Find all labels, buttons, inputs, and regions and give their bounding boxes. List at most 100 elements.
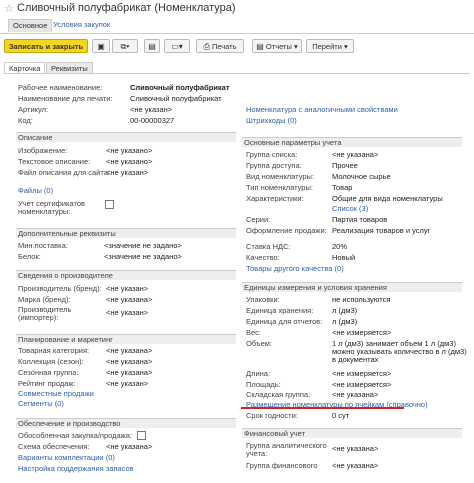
reports-button[interactable]: ▤ Отчеты ▾ — [252, 39, 302, 53]
create-based-button[interactable]: ⧉▾ — [112, 39, 138, 53]
save-close-button[interactable]: Записать и закрыть — [4, 39, 88, 53]
rating-value[interactable]: <не указан> — [106, 379, 148, 388]
joint-sales-link[interactable]: Совместные продажи — [18, 389, 94, 398]
code-label: Код: — [18, 116, 33, 125]
save-button[interactable]: ▣ — [92, 39, 110, 53]
analog-link[interactable]: Номенклатура с аналогичными свойствами — [246, 105, 398, 114]
create-based-icon: ⧉▾ — [120, 42, 130, 51]
main-params-header[interactable]: Основные параметры учета — [242, 137, 462, 147]
divider — [0, 33, 474, 34]
other-quality-link[interactable]: Товары другого качества (0) — [246, 264, 344, 273]
access-group-value[interactable]: Прочее — [332, 161, 358, 170]
characteristics-list-link[interactable]: Список (3) — [332, 204, 368, 213]
season-group-value[interactable]: <не указана> — [106, 368, 152, 377]
type-value[interactable]: Товар — [332, 183, 352, 192]
brand-label: Марка (бренд): — [18, 295, 71, 304]
producer-value[interactable]: <не указан> — [106, 284, 148, 293]
units-header[interactable]: Единицы измерения и условия хранения — [242, 282, 462, 292]
quality-value[interactable]: Новый — [332, 253, 355, 262]
work-name-value[interactable]: Сливочный полуфабрикат — [130, 83, 230, 92]
warehouse-group-value[interactable]: <не указана> — [332, 390, 378, 399]
type-label: Тип номенклатуры: — [246, 183, 313, 192]
importer-label-2: (импортер): — [18, 313, 59, 322]
article-value[interactable]: <не указан> — [130, 105, 172, 114]
attach-button[interactable]: ▭▾ — [164, 39, 190, 53]
kind-value[interactable]: Молочное сырье — [332, 172, 391, 181]
producer-label: Производитель (бренд): — [18, 284, 102, 293]
protein-label: Белок: — [18, 252, 41, 261]
goto-label: Перейти — [312, 42, 342, 51]
planning-header[interactable]: Планирование и маркетинг — [16, 334, 236, 344]
print-button[interactable]: ⎙ Печать — [196, 39, 244, 53]
article-label: Артикул: — [18, 105, 49, 114]
text-description-value[interactable]: <не указано> — [106, 157, 152, 166]
sale-value[interactable]: Реализация товаров и услуг — [332, 226, 430, 235]
packs-value[interactable]: не используются — [332, 295, 390, 304]
length-value[interactable]: <не измеряется> — [332, 369, 391, 378]
weight-value[interactable]: <не измеряется> — [332, 328, 391, 337]
list-group-value[interactable]: <не указана> — [332, 150, 378, 159]
code-value[interactable]: 00-00000327 — [130, 116, 174, 125]
characteristics-label: Характеристики: — [246, 194, 304, 203]
barcodes-link[interactable]: Штрихкоды (0) — [246, 116, 297, 125]
scheme-label: Схема обеспечения: — [18, 442, 90, 451]
scheme-value[interactable]: <не указана> — [106, 442, 152, 451]
quality-label: Качество: — [246, 253, 280, 262]
additional-header[interactable]: Дополнительные реквизиты — [16, 228, 236, 238]
category-value[interactable]: <не указана> — [106, 346, 152, 355]
access-group-label: Группа доступа: — [246, 161, 302, 170]
image-label: Изображение: — [18, 146, 68, 155]
nav-tabs: Основное Условия закупок — [0, 18, 474, 32]
list-group-label: Группа списка: — [246, 150, 298, 159]
finance-header[interactable]: Финансовый учет — [242, 428, 462, 438]
rating-label: Рейтинг продаж: — [18, 379, 76, 388]
tab-purchase-conditions[interactable]: Условия закупок — [53, 19, 110, 31]
importer-value[interactable]: <не указан> — [106, 308, 148, 317]
window-title: Сливочный полуфабрикат (Номенклатура) — [17, 2, 236, 14]
star-icon[interactable]: ☆ — [4, 2, 14, 15]
files-link[interactable]: Файлы (0) — [18, 186, 53, 195]
report-unit-label: Единица для отчетов: — [246, 317, 323, 326]
protein-value[interactable]: <значение не задано> — [104, 252, 182, 261]
report-unit-value[interactable]: л (дм3) — [332, 317, 357, 326]
separate-purchase-checkbox[interactable] — [137, 431, 146, 440]
description-header[interactable]: Описание — [16, 132, 236, 142]
print-name-label: Наименование для печати: — [18, 94, 113, 103]
print-name-value[interactable]: Сливочный полуфабрикат — [130, 94, 222, 103]
cert-checkbox[interactable] — [105, 200, 114, 209]
toolbar: Записать и закрыть ▣ ⧉▾ ▤ ▭▾ ⎙ Печать ▤ … — [0, 38, 474, 56]
tab-main[interactable]: Основное — [8, 19, 53, 32]
season-group-label: Сезонная группа: — [18, 368, 79, 377]
vat-value[interactable]: 20% — [332, 242, 347, 251]
area-value[interactable]: <не измеряется> — [332, 380, 391, 389]
length-label: Длина: — [246, 369, 271, 378]
characteristics-value[interactable]: Общие для вида номенклатуры — [332, 194, 443, 203]
segments-link[interactable]: Сегменты (0) — [18, 399, 64, 408]
shelf-life-value[interactable]: 0 сут — [332, 411, 349, 420]
report-icon: ▤ — [256, 42, 264, 51]
document-icon: ▤ — [148, 42, 156, 51]
supply-header[interactable]: Обеспечение и производство — [16, 418, 236, 428]
fin-group-value[interactable]: <не указана> — [332, 461, 378, 470]
kind-label: Вид номенклатуры: — [246, 172, 315, 181]
analytic-group-label-2: учета: — [246, 449, 268, 458]
min-supply-value[interactable]: <значение не задано> — [104, 241, 182, 250]
goto-button[interactable]: Перейти ▾ — [306, 39, 354, 53]
stock-settings-link[interactable]: Настройка поддержания запасов — [18, 464, 134, 473]
warehouse-group-label: Складская группа: — [246, 390, 311, 399]
reports-label: Отчеты — [265, 42, 292, 51]
variants-link[interactable]: Варианты комплектации (0) — [18, 453, 115, 462]
text-description-label: Текстовое описание: — [18, 157, 91, 166]
storage-unit-value[interactable]: л (дм3) — [332, 306, 357, 315]
series-value[interactable]: Партия товаров — [332, 215, 387, 224]
analytic-group-value[interactable]: <не указана> — [332, 444, 378, 453]
brand-value[interactable]: <не указана> — [106, 295, 152, 304]
collection-value[interactable]: <не указана> — [106, 357, 152, 366]
document-button[interactable]: ▤ — [144, 39, 160, 53]
site-file-value[interactable]: <не указан> — [106, 168, 148, 177]
cert-label-2: номенклатуры: — [18, 207, 71, 216]
volume-label: Объем: — [246, 339, 272, 348]
producer-header[interactable]: Сведения о производителе — [16, 270, 236, 280]
sale-label: Оформление продажи: — [246, 226, 327, 235]
image-value[interactable]: <не указано> — [106, 146, 152, 155]
